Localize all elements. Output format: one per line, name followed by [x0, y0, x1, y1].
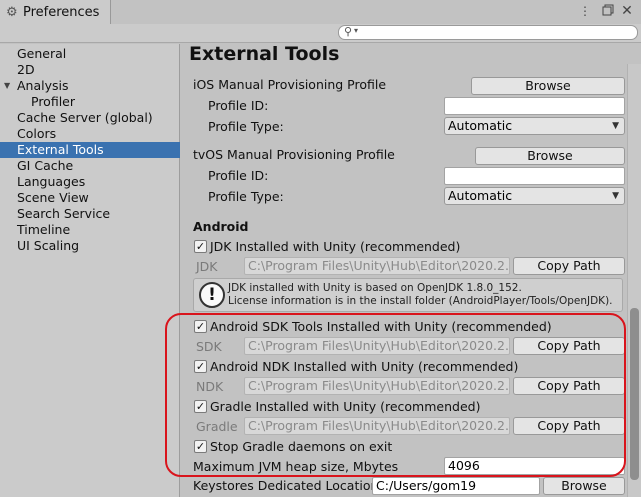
sidebar-item-scene-view[interactable]: Scene View: [17, 190, 89, 206]
sidebar: General 2D ▼ Analysis Profiler Cache Ser…: [0, 44, 180, 497]
sidebar-item-analysis[interactable]: Analysis: [17, 78, 69, 94]
gradle-checkbox-label: Gradle Installed with Unity (recommended…: [210, 399, 481, 414]
tvos-profile-type-label: Profile Type:: [208, 189, 284, 204]
chevron-down-icon: ▼: [612, 191, 619, 201]
sidebar-item-cache-server[interactable]: Cache Server (global): [17, 110, 153, 126]
gradle-checkbox[interactable]: ✓: [194, 400, 207, 413]
ndk-checkbox-label: Android NDK Installed with Unity (recomm…: [210, 359, 519, 374]
ndk-checkbox[interactable]: ✓: [194, 360, 207, 373]
ios-profile-id-field[interactable]: [444, 97, 625, 115]
gear-icon: ⚙: [6, 4, 18, 20]
vertical-scrollbar[interactable]: [627, 64, 641, 497]
jdk-path-field: C:\Program Files\Unity\Hub\Editor\2020.2…: [244, 257, 510, 275]
tvos-provisioning-label: tvOS Manual Provisioning Profile: [193, 147, 395, 162]
sidebar-item-colors[interactable]: Colors: [17, 126, 56, 142]
ios-browse-button[interactable]: Browse: [471, 77, 625, 95]
scrollbar-thumb[interactable]: [630, 308, 639, 480]
sidebar-item-languages[interactable]: Languages: [17, 174, 85, 190]
stop-gradle-checkbox[interactable]: ✓: [194, 440, 207, 453]
jdk-info-line-1: JDK installed with Unity is based on Ope…: [228, 282, 522, 294]
sidebar-item-profiler[interactable]: Profiler: [31, 94, 75, 110]
jdk-checkbox-label: JDK Installed with Unity (recommended): [210, 239, 461, 254]
gradle-label: Gradle: [196, 419, 238, 434]
tvos-browse-button[interactable]: Browse: [475, 147, 625, 165]
gradle-path-field: C:\Program Files\Unity\Hub\Editor\2020.2…: [244, 417, 510, 435]
close-icon[interactable]: ✕: [620, 4, 634, 18]
sidebar-item-2d[interactable]: 2D: [17, 62, 35, 78]
sdk-checkbox-label: Android SDK Tools Installed with Unity (…: [210, 319, 552, 334]
gradle-copy-path-button[interactable]: Copy Path: [513, 417, 625, 435]
ios-profile-id-label: Profile ID:: [208, 98, 269, 113]
keystores-browse-button[interactable]: Browse: [543, 477, 625, 495]
stop-gradle-label: Stop Gradle daemons on exit: [210, 439, 393, 454]
kebab-menu-icon[interactable]: ⋮: [578, 4, 592, 18]
page-title: External Tools: [189, 43, 340, 65]
jdk-info-box: ! JDK installed with Unity is based on O…: [193, 278, 623, 312]
sidebar-item-external-tools[interactable]: External Tools: [17, 142, 104, 158]
ndk-copy-path-button[interactable]: Copy Path: [513, 377, 625, 395]
ios-profile-type-dropdown[interactable]: Automatic ▼: [444, 117, 625, 135]
sidebar-item-timeline[interactable]: Timeline: [17, 222, 70, 238]
sidebar-item-gi-cache[interactable]: GI Cache: [17, 158, 73, 174]
chevron-down-icon: ▼: [612, 121, 619, 131]
foldout-arrow-icon[interactable]: ▼: [4, 81, 10, 90]
jdk-info-text: JDK installed with Unity is based on Ope…: [228, 282, 613, 308]
sidebar-item-general[interactable]: General: [17, 46, 66, 62]
preferences-tab[interactable]: ⚙ Preferences: [0, 0, 111, 25]
tvos-profile-id-label: Profile ID:: [208, 168, 269, 183]
jvm-heap-label: Maximum JVM heap size, Mbytes: [193, 459, 399, 474]
keystores-label: Keystores Dedicated Location: [193, 478, 379, 493]
tab-title: Preferences: [23, 5, 100, 20]
sdk-label: SDK: [196, 339, 222, 354]
tvos-profile-id-field[interactable]: [444, 167, 625, 185]
restore-window-icon[interactable]: [601, 4, 615, 18]
search-input[interactable]: [363, 26, 633, 39]
keystores-field[interactable]: C:/Users/gom19: [372, 477, 540, 495]
info-icon: !: [199, 282, 225, 308]
search-dropdown-icon: ▾: [354, 26, 359, 35]
ios-profile-type-label: Profile Type:: [208, 119, 284, 134]
ndk-path-field: C:\Program Files\Unity\Hub\Editor\2020.2…: [244, 377, 510, 395]
jvm-heap-field[interactable]: 4096: [444, 457, 625, 475]
ios-profile-type-value: Automatic: [448, 118, 513, 133]
sidebar-item-search-service[interactable]: Search Service: [17, 206, 110, 222]
ios-provisioning-label: iOS Manual Provisioning Profile: [193, 77, 387, 92]
search-field[interactable]: ⚲ ▾: [338, 25, 638, 40]
sdk-checkbox[interactable]: ✓: [194, 320, 207, 333]
jdk-label: JDK: [196, 259, 218, 274]
ndk-label: NDK: [196, 379, 224, 394]
jdk-info-line-2: License information is in the install fo…: [228, 295, 613, 307]
search-icon: ⚲: [344, 25, 353, 38]
jdk-checkbox[interactable]: ✓: [194, 240, 207, 253]
tvos-profile-type-dropdown[interactable]: Automatic ▼: [444, 187, 625, 205]
sdk-path-field: C:\Program Files\Unity\Hub\Editor\2020.2…: [244, 337, 510, 355]
tvos-profile-type-value: Automatic: [448, 188, 513, 203]
android-section-header: Android: [193, 219, 249, 234]
jdk-copy-path-button[interactable]: Copy Path: [513, 257, 625, 275]
sidebar-item-ui-scaling[interactable]: UI Scaling: [17, 238, 79, 254]
sdk-copy-path-button[interactable]: Copy Path: [513, 337, 625, 355]
